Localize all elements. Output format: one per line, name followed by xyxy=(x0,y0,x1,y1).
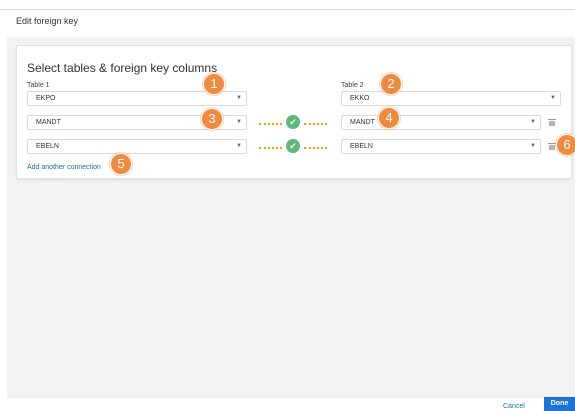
annotation-badge-5: 5 xyxy=(110,153,132,175)
chevron-down-icon: ▼ xyxy=(236,119,242,125)
annotation-badge-6: 6 xyxy=(556,134,575,156)
table2-select[interactable]: EKKO ▼ xyxy=(341,91,561,106)
connection2-left-select[interactable]: EBELN ▼ xyxy=(27,139,247,154)
chevron-down-icon: ▼ xyxy=(530,119,536,125)
annotation-badge-2: 2 xyxy=(380,73,402,95)
connection1-left-value: MANDT xyxy=(36,119,61,126)
annotation-badge-4: 4 xyxy=(378,107,400,129)
table1-label: Table 1 xyxy=(27,82,50,89)
chevron-down-icon: ▼ xyxy=(236,143,242,149)
connection1-right-select[interactable]: MANDT ▼ xyxy=(341,115,541,130)
trash-icon[interactable] xyxy=(548,119,556,126)
annotation-badge-3: 3 xyxy=(201,108,223,130)
card-title: Select tables & foreign key columns xyxy=(27,61,218,75)
check-icon: ✔ xyxy=(286,139,300,153)
connector-line xyxy=(259,123,282,125)
chevron-down-icon: ▼ xyxy=(550,95,556,101)
connector-line xyxy=(304,123,327,125)
top-divider xyxy=(0,9,575,10)
connector-line xyxy=(304,147,327,149)
add-connection-link[interactable]: Add another connection xyxy=(27,164,101,171)
chevron-down-icon: ▼ xyxy=(530,143,536,149)
annotation-badge-1: 1 xyxy=(203,73,225,95)
check-icon: ✔ xyxy=(286,115,300,129)
connection2-right-select[interactable]: EBELN ▼ xyxy=(341,139,541,154)
connector-line xyxy=(259,147,282,149)
connection2-right-value: EBELN xyxy=(350,143,373,150)
connection1-right-value: MANDT xyxy=(350,119,375,126)
chevron-down-icon: ▼ xyxy=(236,95,242,101)
dialog-title: Edit foreign key xyxy=(16,16,79,26)
trash-icon[interactable] xyxy=(548,143,556,150)
table2-select-value: EKKO xyxy=(350,95,370,102)
cancel-button[interactable]: Cancel xyxy=(503,403,525,410)
table1-select-value: EKPO xyxy=(36,95,56,102)
connection2-left-value: EBELN xyxy=(36,143,59,150)
footer-bar xyxy=(0,398,575,411)
table2-label: Table 2 xyxy=(341,82,364,89)
done-button[interactable]: Done xyxy=(544,397,575,411)
